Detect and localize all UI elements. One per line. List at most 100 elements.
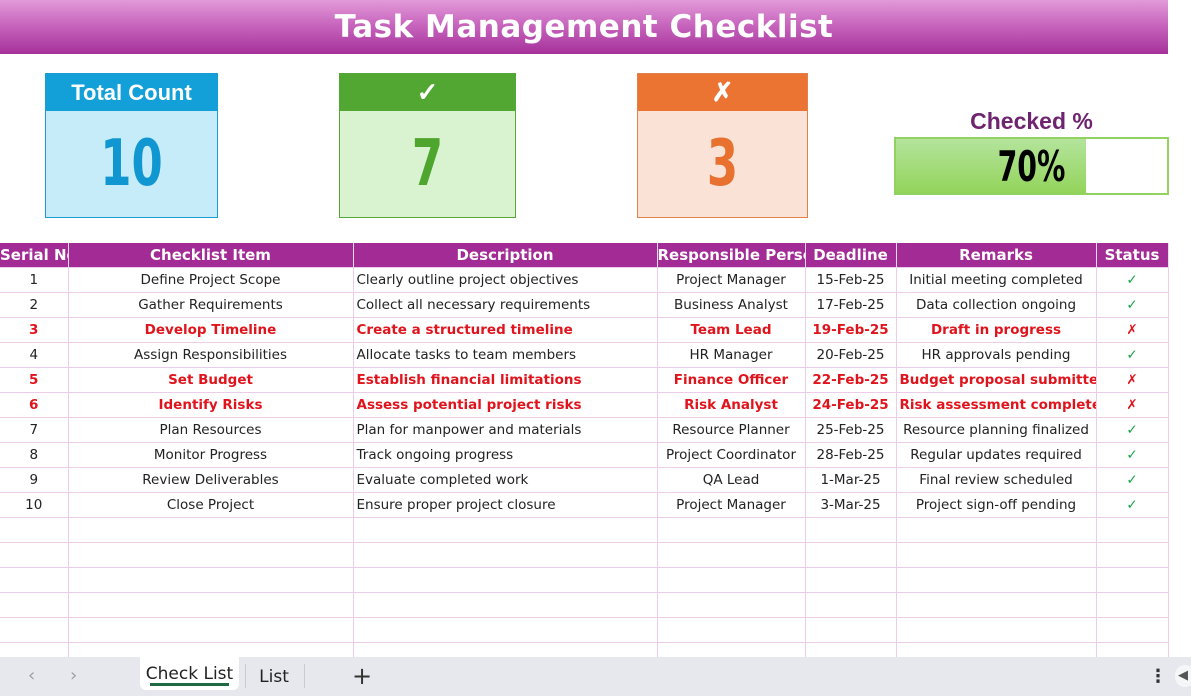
cell-description[interactable]: Establish financial limitations — [353, 366, 658, 393]
cell-serial[interactable]: 7 — [0, 416, 69, 443]
cell-person[interactable]: Business Analyst — [657, 291, 806, 318]
cell-item[interactable]: Develop Timeline — [68, 316, 354, 343]
col-header-remarks[interactable]: Remarks — [896, 243, 1097, 267]
empty-cell[interactable] — [353, 541, 658, 568]
scroll-left-icon[interactable]: ◀ — [1175, 665, 1191, 687]
cell-deadline[interactable]: 3-Mar-25 — [805, 491, 897, 518]
cell-person[interactable]: Project Coordinator — [657, 441, 806, 468]
cell-deadline[interactable]: 19-Feb-25 — [805, 316, 897, 343]
empty-cell[interactable] — [68, 516, 354, 543]
cell-description[interactable]: Plan for manpower and materials — [353, 416, 658, 443]
empty-cell[interactable] — [68, 541, 354, 568]
empty-cell[interactable] — [657, 616, 806, 643]
cell-item[interactable]: Identify Risks — [68, 391, 354, 418]
empty-cell[interactable] — [805, 566, 897, 593]
cell-deadline[interactable]: 24-Feb-25 — [805, 391, 897, 418]
cell-serial[interactable]: 4 — [0, 341, 69, 368]
empty-cell[interactable] — [353, 591, 658, 618]
empty-cell[interactable] — [657, 566, 806, 593]
cell-remarks[interactable]: Initial meeting completed — [896, 266, 1097, 293]
cell-person[interactable]: Project Manager — [657, 491, 806, 518]
cell-remarks[interactable]: HR approvals pending — [896, 341, 1097, 368]
empty-cell[interactable] — [805, 516, 897, 543]
empty-cell[interactable] — [68, 591, 354, 618]
empty-cell[interactable] — [0, 616, 69, 643]
cell-remarks[interactable]: Resource planning finalized — [896, 416, 1097, 443]
cell-serial[interactable]: 3 — [0, 316, 69, 343]
empty-cell[interactable] — [805, 591, 897, 618]
cell-serial[interactable]: 8 — [0, 441, 69, 468]
empty-cell[interactable] — [1096, 541, 1169, 568]
col-header-person[interactable]: Responsible Person — [657, 243, 806, 267]
cell-remarks[interactable]: Draft in progress — [896, 316, 1097, 343]
cell-status[interactable]: ✗ — [1096, 391, 1169, 418]
col-header-status[interactable]: Status — [1096, 243, 1169, 267]
next-sheet-icon[interactable]: › — [70, 665, 77, 686]
cell-remarks[interactable]: Budget proposal submitted — [896, 366, 1097, 393]
cell-person[interactable]: Finance Officer — [657, 366, 806, 393]
empty-cell[interactable] — [1096, 566, 1169, 593]
empty-cell[interactable] — [0, 516, 69, 543]
cell-remarks[interactable]: Final review scheduled — [896, 466, 1097, 493]
cell-remarks[interactable]: Data collection ongoing — [896, 291, 1097, 318]
cell-status[interactable]: ✓ — [1096, 441, 1169, 468]
empty-cell[interactable] — [896, 516, 1097, 543]
cell-serial[interactable]: 6 — [0, 391, 69, 418]
empty-cell[interactable] — [1096, 591, 1169, 618]
cell-deadline[interactable]: 22-Feb-25 — [805, 366, 897, 393]
cell-deadline[interactable]: 1-Mar-25 — [805, 466, 897, 493]
cell-deadline[interactable]: 25-Feb-25 — [805, 416, 897, 443]
empty-cell[interactable] — [657, 516, 806, 543]
col-header-deadline[interactable]: Deadline — [805, 243, 897, 267]
cell-item[interactable]: Gather Requirements — [68, 291, 354, 318]
cell-item[interactable]: Close Project — [68, 491, 354, 518]
cell-deadline[interactable]: 17-Feb-25 — [805, 291, 897, 318]
cell-person[interactable]: QA Lead — [657, 466, 806, 493]
empty-cell[interactable] — [657, 591, 806, 618]
cell-serial[interactable]: 1 — [0, 266, 69, 293]
cell-description[interactable]: Allocate tasks to team members — [353, 341, 658, 368]
cell-status[interactable]: ✗ — [1096, 366, 1169, 393]
cell-status[interactable]: ✓ — [1096, 341, 1169, 368]
sheet-tab-check-list[interactable]: Check List — [140, 657, 239, 690]
cell-status[interactable]: ✓ — [1096, 266, 1169, 293]
empty-cell[interactable] — [353, 566, 658, 593]
cell-deadline[interactable]: 20-Feb-25 — [805, 341, 897, 368]
cell-item[interactable]: Plan Resources — [68, 416, 354, 443]
empty-cell[interactable] — [0, 566, 69, 593]
cell-person[interactable]: Team Lead — [657, 316, 806, 343]
cell-serial[interactable]: 10 — [0, 491, 69, 518]
cell-person[interactable]: HR Manager — [657, 341, 806, 368]
cell-person[interactable]: Resource Planner — [657, 416, 806, 443]
cell-remarks[interactable]: Regular updates required — [896, 441, 1097, 468]
empty-cell[interactable] — [0, 541, 69, 568]
cell-deadline[interactable]: 28-Feb-25 — [805, 441, 897, 468]
cell-serial[interactable]: 9 — [0, 466, 69, 493]
empty-cell[interactable] — [68, 566, 354, 593]
empty-cell[interactable] — [805, 541, 897, 568]
cell-description[interactable]: Clearly outline project objectives — [353, 266, 658, 293]
cell-status[interactable]: ✓ — [1096, 466, 1169, 493]
col-header-description[interactable]: Description — [353, 243, 658, 267]
empty-cell[interactable] — [896, 616, 1097, 643]
empty-cell[interactable] — [0, 591, 69, 618]
cell-remarks[interactable]: Risk assessment completed — [896, 391, 1097, 418]
cell-remarks[interactable]: Project sign-off pending — [896, 491, 1097, 518]
cell-status[interactable]: ✓ — [1096, 291, 1169, 318]
cell-serial[interactable]: 2 — [0, 291, 69, 318]
empty-cell[interactable] — [353, 516, 658, 543]
cell-item[interactable]: Assign Responsibilities — [68, 341, 354, 368]
cell-description[interactable]: Track ongoing progress — [353, 441, 658, 468]
empty-cell[interactable] — [1096, 616, 1169, 643]
cell-status[interactable]: ✗ — [1096, 316, 1169, 343]
empty-cell[interactable] — [1096, 516, 1169, 543]
empty-cell[interactable] — [68, 616, 354, 643]
cell-person[interactable]: Risk Analyst — [657, 391, 806, 418]
col-header-serial[interactable]: Serial No. — [0, 243, 69, 267]
empty-cell[interactable] — [896, 566, 1097, 593]
cell-serial[interactable]: 5 — [0, 366, 69, 393]
more-options-icon[interactable]: ⋮ — [1149, 666, 1167, 687]
cell-item[interactable]: Monitor Progress — [68, 441, 354, 468]
cell-description[interactable]: Assess potential project risks — [353, 391, 658, 418]
empty-cell[interactable] — [805, 616, 897, 643]
